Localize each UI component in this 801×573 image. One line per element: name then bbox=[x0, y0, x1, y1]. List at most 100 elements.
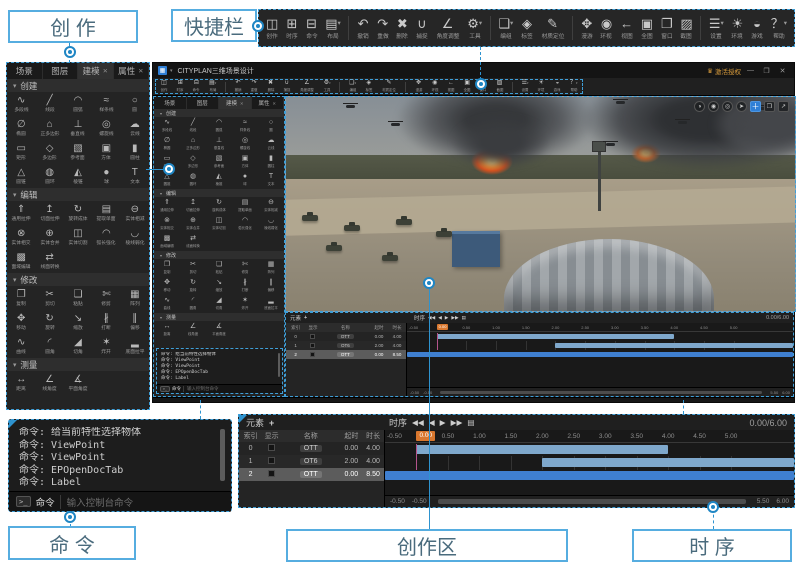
tool-cylinder[interactable]: ▮圆柱 bbox=[121, 140, 149, 164]
quickbar-item-settings[interactable]: ☰▾设置 bbox=[709, 16, 724, 40]
quickbar-item-delete[interactable]: ✖删除 bbox=[267, 80, 275, 93]
tool-extrude-general[interactable]: ⇑通用拉伸 bbox=[154, 197, 180, 215]
quickbar-item-layout[interactable]: ▤▾布局 bbox=[209, 80, 217, 93]
tool-distance[interactable]: ↔距离 bbox=[154, 321, 180, 339]
tool-line-face-convert[interactable]: ⇄线面转换 bbox=[35, 249, 63, 273]
visibility-checkbox[interactable] bbox=[310, 352, 315, 357]
tool-fillet[interactable]: ◜圆角 bbox=[180, 295, 206, 313]
tool-break[interactable]: ∦打断 bbox=[232, 277, 258, 295]
console-command-input[interactable]: 输入控制台命令 bbox=[183, 386, 219, 392]
visibility-checkbox[interactable] bbox=[310, 334, 315, 339]
tool-line-angle[interactable]: ∠线角度 bbox=[180, 321, 206, 339]
timeline-bar[interactable] bbox=[385, 471, 794, 480]
transport-button[interactable]: ◀ bbox=[438, 315, 442, 321]
tool-extract-face[interactable]: ▤提取单面 bbox=[232, 197, 258, 215]
tab-properties[interactable]: 属性✕ bbox=[114, 63, 150, 79]
tool-copy[interactable]: ❐复制 bbox=[7, 286, 35, 310]
tool-revolve[interactable]: ↻旋转成体 bbox=[206, 197, 232, 215]
tool-distance[interactable]: ↔距离 bbox=[7, 371, 35, 395]
tool-regular-polygon[interactable]: ⌂正多边形 bbox=[35, 116, 63, 140]
tool-line[interactable]: ╱线段 bbox=[180, 117, 206, 135]
quickbar-item-undo[interactable]: ↶撤销 bbox=[234, 80, 242, 93]
minimize-button[interactable]: — bbox=[744, 67, 757, 74]
tool-solid-intersect[interactable]: ⊗实体相交 bbox=[7, 225, 35, 249]
timeline-bar[interactable] bbox=[407, 352, 793, 357]
quickbar-item-create-panel[interactable]: ◫创作 bbox=[266, 16, 278, 40]
tool-extrude-section[interactable]: ↥切面拉伸 bbox=[35, 201, 63, 225]
quickbar-item-sequence-panel[interactable]: ⊞时序 bbox=[176, 80, 184, 93]
section-header-create[interactable]: ▾创建 bbox=[154, 109, 284, 117]
tool-line-face-convert[interactable]: ⇄线面转换 bbox=[180, 233, 206, 251]
console-command-input[interactable]: 输入控制台命令 bbox=[60, 495, 134, 509]
timeline-bar[interactable] bbox=[542, 458, 794, 467]
tab-modeling[interactable]: 建模✕ bbox=[78, 63, 114, 79]
tool-text[interactable]: T文本 bbox=[258, 171, 284, 189]
timeline-row[interactable]: 2OTT0.008.50 bbox=[239, 468, 384, 481]
tab-scene[interactable]: 场景 bbox=[154, 97, 187, 109]
tool-copy[interactable]: ❐复制 bbox=[154, 259, 180, 277]
tab-layers[interactable]: 图层 bbox=[43, 63, 79, 79]
tool-solid-intersect[interactable]: ⊗实体相交 bbox=[154, 215, 180, 233]
quickbar-item-undo[interactable]: ↶撤销 bbox=[357, 16, 369, 40]
timeline-row[interactable]: 0OTT0.004.00 bbox=[286, 332, 406, 341]
tool-box[interactable]: ▣方体 bbox=[232, 153, 258, 171]
tool-polygon[interactable]: ◇多边形 bbox=[35, 140, 63, 164]
tool-solid-subtract[interactable]: ⊖实体相减 bbox=[258, 197, 284, 215]
tool-flatten-base[interactable]: ▂底面拉平 bbox=[121, 334, 149, 358]
quickbar-item-material-locate[interactable]: ✎材质定位 bbox=[541, 16, 565, 40]
close-icon[interactable]: ✕ bbox=[103, 67, 108, 75]
tool-circle[interactable]: ○圆 bbox=[121, 92, 149, 116]
quickbar-item-group[interactable]: ❑▾编组 bbox=[349, 80, 357, 93]
tool-scale[interactable]: ↘缩放 bbox=[64, 310, 92, 334]
quickbar-item-environment[interactable]: ☀环境 bbox=[731, 16, 743, 40]
tool-fillet[interactable]: ◜圆角 bbox=[35, 334, 63, 358]
quickbar-item-redo[interactable]: ↷重做 bbox=[377, 16, 389, 40]
quickbar-item-angle-adjust[interactable]: ∠角度调整 bbox=[436, 16, 460, 40]
quickbar-item-snap[interactable]: ∪捕捉 bbox=[416, 16, 428, 40]
quickbar-item-sequence-panel[interactable]: ⊞时序 bbox=[286, 16, 298, 40]
timeline-bar[interactable] bbox=[416, 445, 668, 454]
viewport-nav-button[interactable]: ❒ bbox=[764, 101, 775, 112]
tool-extrude-section[interactable]: ↥切面拉伸 bbox=[180, 197, 206, 215]
tool-ref-plane[interactable]: ▧参考面 bbox=[206, 153, 232, 171]
quickbar-item-layout[interactable]: ▤▾布局 bbox=[325, 16, 341, 40]
quickbar-item-orbit[interactable]: ◉环视 bbox=[600, 16, 612, 40]
quickbar-item-delete[interactable]: ✖删除 bbox=[396, 16, 408, 40]
quickbar-item-snap[interactable]: ∪捕捉 bbox=[283, 80, 291, 93]
section-header-measure[interactable]: ▾测量 bbox=[154, 313, 284, 321]
viewport-nav-button[interactable]: ➤ bbox=[736, 101, 747, 112]
viewport-nav-button[interactable]: ↗ bbox=[778, 101, 789, 112]
quickbar-item-orbit[interactable]: ◉环视 bbox=[431, 80, 439, 93]
quickbar-item-command-panel[interactable]: ⊟命令 bbox=[192, 80, 200, 93]
quickbar-item-view[interactable]: ←视图 bbox=[620, 16, 633, 40]
timeline-row[interactable]: 0OTT0.004.00 bbox=[239, 442, 384, 455]
quickbar-item-environment[interactable]: ☀环境 bbox=[537, 80, 545, 93]
tool-cloud-line[interactable]: ☁云线 bbox=[258, 135, 284, 153]
tool-flatten-base[interactable]: ▂底面拉平 bbox=[258, 295, 284, 313]
visibility-checkbox[interactable] bbox=[268, 457, 275, 464]
tool-pyramid[interactable]: ◭棱锥 bbox=[64, 164, 92, 188]
transport-button[interactable]: ▶ bbox=[440, 418, 446, 427]
tool-chamfer[interactable]: ◢切角 bbox=[64, 334, 92, 358]
transport-button[interactable]: ▤ bbox=[462, 315, 466, 321]
visibility-checkbox[interactable] bbox=[310, 343, 315, 348]
tool-solid-subtract[interactable]: ⊖实体相减 bbox=[121, 201, 149, 225]
viewport-add-button[interactable]: ＋ bbox=[750, 101, 761, 112]
close-button[interactable]: ✕ bbox=[776, 67, 789, 75]
tool-arc[interactable]: ◠圆弧 bbox=[64, 92, 92, 116]
tool-plane-angle[interactable]: ∡平面角度 bbox=[206, 321, 232, 339]
close-icon[interactable]: ✕ bbox=[138, 67, 143, 75]
tab-scene[interactable]: 场景 bbox=[7, 63, 43, 79]
tool-arc[interactable]: ◠圆弧 bbox=[206, 117, 232, 135]
timeline-track[interactable]: -0.500.501.001.502.002.503.003.504.004.5… bbox=[384, 430, 794, 507]
scrollbar[interactable] bbox=[440, 391, 762, 394]
section-header-modify[interactable]: ▾修改 bbox=[154, 251, 284, 259]
maximize-button[interactable]: ❐ bbox=[760, 67, 773, 75]
tool-ref-plane[interactable]: ▧参考面 bbox=[64, 140, 92, 164]
tool-torus[interactable]: ◍圆环 bbox=[180, 171, 206, 189]
quickbar-item-game[interactable]: ◒游戏 bbox=[553, 80, 561, 93]
tool-break[interactable]: ∦打断 bbox=[92, 310, 120, 334]
timeline-bar[interactable] bbox=[555, 343, 793, 348]
tab-modeling[interactable]: 建模✕ bbox=[219, 97, 252, 109]
tool-box[interactable]: ▣方体 bbox=[92, 140, 120, 164]
